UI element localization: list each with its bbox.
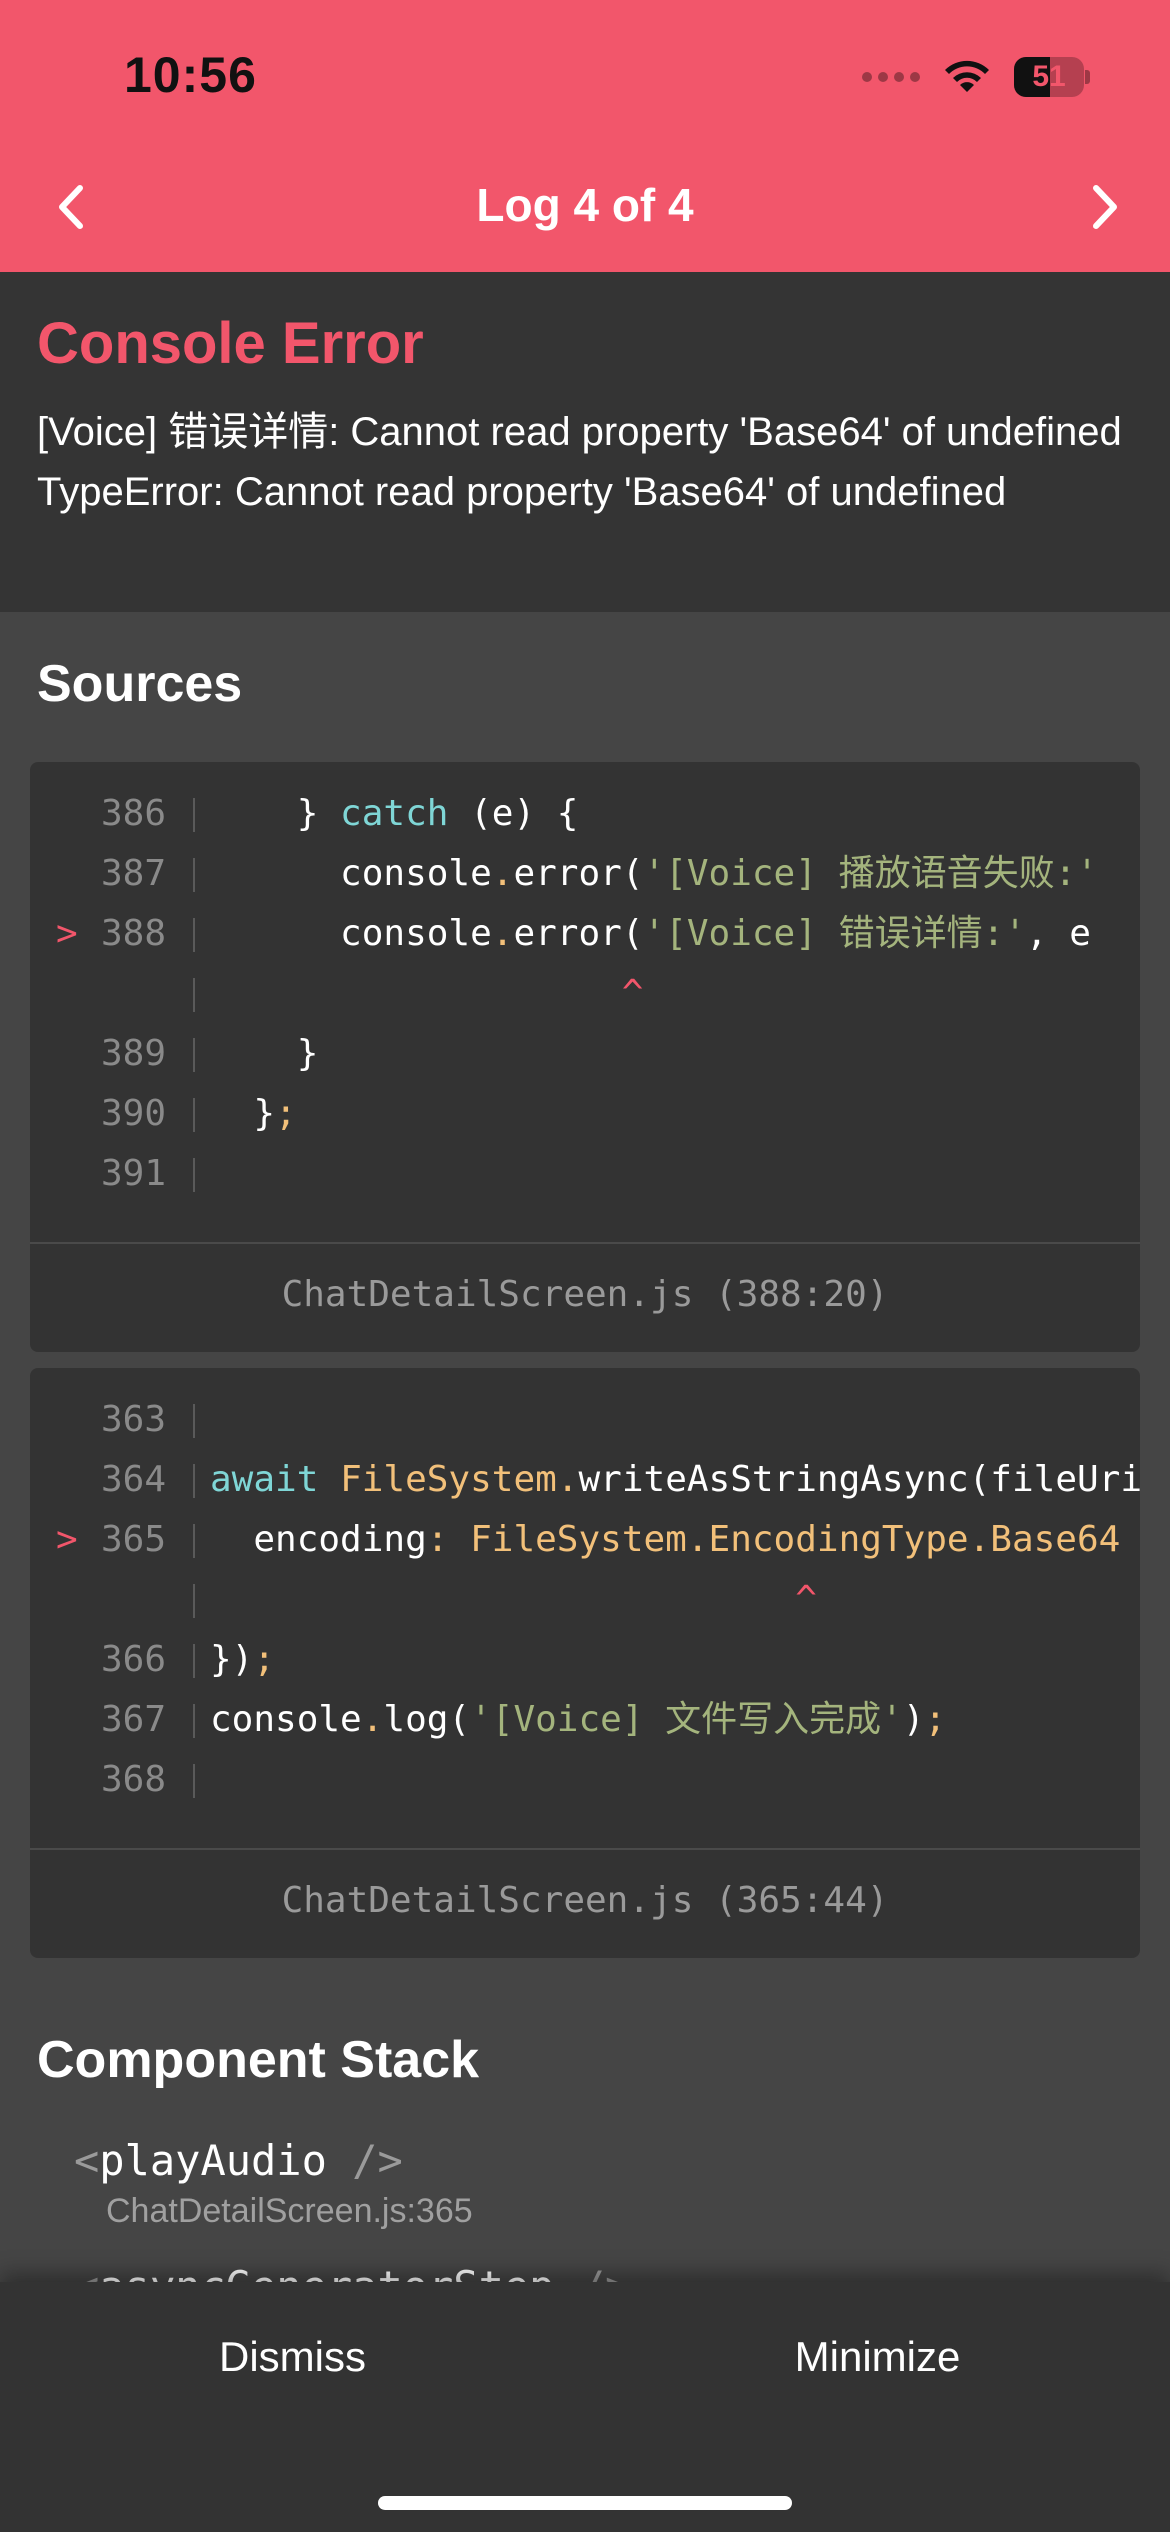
code-text: console.error('[Voice] 错误详情:', e bbox=[210, 913, 1091, 954]
code-line: 363 bbox=[30, 1390, 1140, 1450]
battery-level: 51 bbox=[1032, 60, 1066, 93]
header: 10:56 51 Log 4 of 4 bbox=[0, 0, 1170, 272]
code-line: 367 console.log('[Voice] 文件写入完成'); bbox=[30, 1690, 1140, 1750]
cellular-signal-icon bbox=[862, 72, 920, 82]
code-text: ^ bbox=[210, 973, 644, 1014]
line-number: 386 bbox=[100, 793, 166, 834]
component-stack-location: ChatDetailScreen.js:365 bbox=[106, 2192, 473, 2230]
error-message: [Voice] 错误详情: Cannot read property 'Base… bbox=[37, 410, 1122, 514]
component-stack-item[interactable]: <playAudio /> bbox=[74, 2136, 403, 2185]
next-log-button[interactable] bbox=[1070, 172, 1140, 242]
code-text: } bbox=[210, 1033, 319, 1074]
code-line: 389 } bbox=[30, 1024, 1140, 1084]
error-title: Console Error bbox=[37, 311, 424, 376]
gutter-bar bbox=[193, 978, 195, 1012]
gutter-bar bbox=[193, 1524, 195, 1558]
code-line: 390 }; bbox=[30, 1084, 1140, 1144]
line-number: 391 bbox=[100, 1153, 166, 1194]
code-lines: 363 364 await FileSystem.writeAsStringAsyn… bbox=[30, 1390, 1140, 1810]
home-indicator bbox=[378, 2496, 792, 2510]
code-line: 368 bbox=[30, 1750, 1140, 1810]
chevron-right-icon bbox=[1093, 185, 1117, 229]
code-text: encoding: FileSystem.EncodingType.Base64 bbox=[210, 1519, 1121, 1560]
error-summary: Console Error [Voice] 错误详情: Cannot read … bbox=[0, 272, 1170, 612]
gutter-bar bbox=[193, 858, 195, 892]
code-frame-file[interactable]: ChatDetailScreen.js (365:44) bbox=[30, 1880, 1140, 1921]
code-frame[interactable]: 386 } catch (e) {387 console.error('[Voi… bbox=[30, 762, 1140, 1352]
battery-icon: 51 bbox=[1014, 57, 1090, 97]
line-number: 367 bbox=[100, 1699, 166, 1740]
code-lines: 386 } catch (e) {387 console.error('[Voi… bbox=[30, 784, 1140, 1204]
log-box-screen: 10:56 51 Log 4 of 4 Console Error [Voice… bbox=[0, 0, 1170, 2532]
gutter-bar bbox=[193, 1098, 195, 1132]
code-text: await FileSystem.writeAsStringAsync(file… bbox=[210, 1459, 1140, 1500]
line-number: 366 bbox=[100, 1639, 166, 1680]
code-frame-file[interactable]: ChatDetailScreen.js (388:20) bbox=[30, 1274, 1140, 1315]
code-line: >365 encoding: FileSystem.EncodingType.B… bbox=[30, 1510, 1140, 1570]
gutter-bar bbox=[193, 1404, 195, 1438]
gutter-bar bbox=[193, 1764, 195, 1798]
code-line: 387 console.error('[Voice] 播放语音失败:' bbox=[30, 844, 1140, 904]
gutter-bar bbox=[193, 1704, 195, 1738]
code-line: ^ bbox=[30, 964, 1140, 1024]
line-number: 365 bbox=[100, 1519, 166, 1560]
line-number: 363 bbox=[100, 1399, 166, 1440]
gutter-bar bbox=[193, 798, 195, 832]
status-time: 10:56 bbox=[124, 47, 257, 103]
code-line: >388 console.error('[Voice] 错误详情:', e bbox=[30, 904, 1140, 964]
line-number: 389 bbox=[100, 1033, 166, 1074]
code-frame[interactable]: 363 364 await FileSystem.writeAsStringAsyn… bbox=[30, 1368, 1140, 1958]
dismiss-button[interactable]: Dismiss bbox=[0, 2282, 585, 2432]
code-line: 386 } catch (e) { bbox=[30, 784, 1140, 844]
code-line: 366}); bbox=[30, 1630, 1140, 1690]
line-number: 368 bbox=[100, 1759, 166, 1800]
code-text: console.error('[Voice] 播放语音失败:' bbox=[210, 853, 1098, 894]
gutter-bar bbox=[193, 1464, 195, 1498]
gutter-bar bbox=[193, 1038, 195, 1072]
code-text: } catch (e) { bbox=[210, 793, 579, 834]
code-text: ^ bbox=[210, 1579, 817, 1620]
component-stack-title: Component Stack bbox=[37, 2031, 480, 2089]
gutter-bar bbox=[193, 1644, 195, 1678]
status-indicators: 51 bbox=[862, 54, 1090, 100]
gutter-bar bbox=[193, 918, 195, 952]
code-text: }; bbox=[210, 1093, 297, 1134]
line-number: 388 bbox=[100, 913, 166, 954]
line-number: 364 bbox=[100, 1459, 166, 1500]
wifi-icon bbox=[942, 58, 992, 96]
sources-title: Sources bbox=[37, 655, 243, 713]
code-text: console.log('[Voice] 文件写入完成'); bbox=[210, 1699, 947, 1740]
line-number: 387 bbox=[100, 853, 166, 894]
code-line: 391 bbox=[30, 1144, 1140, 1204]
gutter-bar bbox=[193, 1158, 195, 1192]
gutter-bar bbox=[193, 1584, 195, 1618]
bottom-action-bar: Dismiss Minimize bbox=[0, 2282, 1170, 2532]
code-text: }); bbox=[210, 1639, 276, 1680]
nav-title: Log 4 of 4 bbox=[476, 179, 694, 231]
line-number: 390 bbox=[100, 1093, 166, 1134]
code-line: 364 await FileSystem.writeAsStringAsync(f… bbox=[30, 1450, 1140, 1510]
code-line: ^ bbox=[30, 1570, 1140, 1630]
minimize-button[interactable]: Minimize bbox=[585, 2282, 1170, 2432]
